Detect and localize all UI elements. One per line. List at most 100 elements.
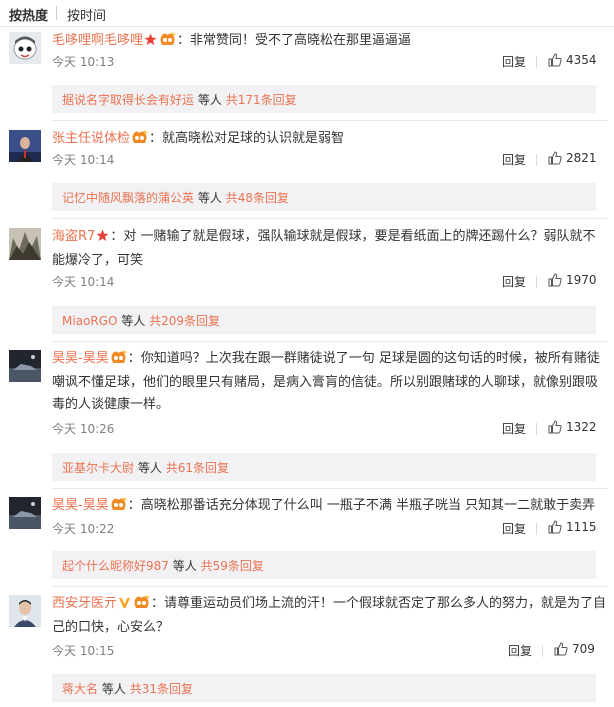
comment-text: 张主任说体检 ：就高晓松对足球的认识就是弱智	[52, 128, 608, 152]
thumbs-up-icon	[548, 420, 562, 434]
comment-body: 海盗R7 ：对 一赌输了就是假球，强队输球就是假球，要是看纸面上的牌还踢什么？弱队…	[52, 226, 608, 289]
sub-reply-mid: 等人	[121, 314, 146, 328]
username-link[interactable]: 张主任说体检	[52, 131, 130, 146]
username-link[interactable]: 西安牙医亓	[52, 596, 117, 611]
fan-badge-icon[interactable]	[159, 32, 177, 54]
sub-reply-user[interactable]: 起个什么昵称好987	[62, 559, 169, 573]
verified-v-icon[interactable]	[118, 595, 131, 617]
fan-badge-icon[interactable]	[110, 350, 127, 372]
fan-badge-icon[interactable]	[110, 497, 127, 519]
sub-replies-box[interactable]: 亚基尔卡大尉 等人 共61条回复	[52, 453, 596, 481]
meta-divider	[536, 423, 537, 435]
like-button[interactable]: 4354	[548, 53, 597, 67]
sub-replies-box[interactable]: 蒋大名 等人 共31条回复	[52, 674, 596, 702]
sub-reply-mid: 等人	[197, 191, 222, 205]
like-button[interactable]: 1322	[548, 420, 597, 434]
reply-button[interactable]: 回复	[502, 151, 526, 168]
sub-replies-summary: 记忆中随风飘落的蒲公英 等人 共48条回复	[62, 189, 289, 206]
sort-by-hot-tab[interactable]: 按热度	[9, 5, 48, 24]
comment-divider	[52, 218, 608, 219]
sub-replies-summary: MiaoRGO 等人 共209条回复	[62, 312, 220, 329]
username-link[interactable]: 昊昊-昊昊	[52, 498, 109, 513]
sub-reply-user[interactable]: 记忆中随风飘落的蒲公英	[62, 191, 194, 205]
sub-replies-box[interactable]: 起个什么昵称好987 等人 共59条回复	[52, 551, 596, 579]
username-link[interactable]: 毛哆哩啊毛哆哩	[52, 33, 143, 48]
sub-replies-box[interactable]: 据说名字取得长会有好运 等人 共171条回复	[52, 85, 596, 113]
sub-reply-count[interactable]: 共48条回复	[226, 191, 289, 205]
sub-reply-user[interactable]: MiaoRGO	[62, 314, 117, 328]
like-count: 709	[572, 642, 595, 656]
avatar[interactable]	[9, 228, 41, 260]
sub-reply-mid: 等人	[101, 682, 126, 696]
sub-reply-user[interactable]: 蒋大名	[62, 682, 98, 696]
reply-button[interactable]: 回复	[502, 53, 526, 70]
comment-text: 昊昊-昊昊 ：你知道吗？上次我在跟一群赌徒说了一句 足球是圆的这句话的时候，被所有…	[52, 348, 608, 416]
reply-button[interactable]: 回复	[502, 273, 526, 290]
thumbs-up-icon	[548, 53, 562, 67]
thumbs-up-icon	[554, 642, 568, 656]
like-button[interactable]: 2821	[548, 151, 597, 165]
like-button[interactable]: 1115	[548, 520, 597, 534]
comment-time: 今天 10:14	[52, 153, 115, 167]
comment-time: 今天 10:15	[52, 644, 115, 658]
fan-badge-icon[interactable]	[133, 595, 151, 617]
sub-reply-count[interactable]: 共61条回复	[166, 461, 229, 475]
comment-text: 西安牙医亓 ：请尊重运动员们场上流的汗！一个假球就否定了那么多人的努力，就是为了自…	[52, 593, 608, 639]
sub-replies-summary: 亚基尔卡大尉 等人 共61条回复	[62, 459, 229, 476]
avatar[interactable]	[9, 130, 41, 162]
comment-divider	[52, 488, 608, 489]
comment-meta: 今天 10:14 回复 2821	[52, 151, 608, 169]
sub-reply-user[interactable]: 据说名字取得长会有好运	[62, 93, 194, 107]
sub-replies-summary: 据说名字取得长会有好运 等人 共171条回复	[62, 91, 297, 108]
avatar[interactable]	[9, 497, 41, 529]
comment-content: ：对 一赌输了就是假球，强队输球就是假球，要是看纸面上的牌还踢什么？弱队就不能爆…	[52, 229, 596, 268]
comment-divider	[52, 120, 608, 121]
sub-replies-box[interactable]: 记忆中随风飘落的蒲公英 等人 共48条回复	[52, 183, 596, 211]
thumbs-up-icon	[548, 273, 562, 287]
comment-time: 今天 10:22	[52, 522, 115, 536]
sub-replies-box[interactable]: MiaoRGO 等人 共209条回复	[52, 306, 596, 334]
fan-badge-icon[interactable]	[131, 130, 149, 152]
comment-time: 今天 10:13	[52, 55, 115, 69]
reply-button[interactable]: 回复	[502, 420, 526, 437]
star-badge-icon[interactable]	[144, 32, 157, 54]
comment-content: ：非常赞同！受不了高晓松在那里逼逼逼	[177, 33, 412, 48]
comment-time: 今天 10:26	[52, 422, 115, 436]
avatar[interactable]	[9, 350, 41, 382]
comment-text: 毛哆哩啊毛哆哩 ：非常赞同！受不了高晓松在那里逼逼逼	[52, 30, 608, 54]
sub-reply-count[interactable]: 共171条回复	[226, 93, 297, 107]
comment-time: 今天 10:14	[52, 275, 115, 289]
sub-reply-count[interactable]: 共31条回复	[130, 682, 193, 696]
sub-reply-count[interactable]: 共59条回复	[201, 559, 264, 573]
sub-replies-summary: 起个什么昵称好987 等人 共59条回复	[62, 557, 264, 574]
meta-divider	[536, 276, 537, 288]
like-button[interactable]: 709	[554, 642, 595, 656]
sub-reply-mid: 等人	[137, 461, 162, 475]
reply-button[interactable]: 回复	[502, 520, 526, 537]
sort-divider	[56, 6, 57, 20]
comment-body: 昊昊-昊昊 ：高晓松那番话充分体现了什么叫 一瓶子不满 半瓶子咣当 只知其一二就敢…	[52, 495, 608, 536]
sort-by-time-tab[interactable]: 按时间	[67, 5, 106, 24]
meta-divider	[542, 645, 543, 657]
sub-reply-user[interactable]: 亚基尔卡大尉	[62, 461, 134, 475]
like-count: 4354	[566, 53, 597, 67]
comment-meta: 今天 10:22 回复 1115	[52, 520, 608, 538]
reply-button[interactable]: 回复	[508, 642, 532, 659]
like-count: 1970	[566, 273, 597, 287]
comment-content: ：高晓松那番话充分体现了什么叫 一瓶子不满 半瓶子咣当 只知其一二就敢于卖弄	[127, 498, 596, 513]
sub-reply-mid: 等人	[197, 93, 222, 107]
avatar[interactable]	[9, 32, 41, 64]
comment-text: 海盗R7 ：对 一赌输了就是假球，强队输球就是假球，要是看纸面上的牌还踢什么？弱队…	[52, 226, 608, 272]
username-link[interactable]: 海盗R7	[52, 229, 95, 244]
like-count: 1115	[566, 520, 597, 534]
comment-body: 昊昊-昊昊 ：你知道吗？上次我在跟一群赌徒说了一句 足球是圆的这句话的时候，被所有…	[52, 348, 608, 436]
sub-reply-count[interactable]: 共209条回复	[149, 314, 220, 328]
like-button[interactable]: 1970	[548, 273, 597, 287]
comment-meta: 今天 10:13 回复 4354	[52, 53, 608, 71]
comment-text: 昊昊-昊昊 ：高晓松那番话充分体现了什么叫 一瓶子不满 半瓶子咣当 只知其一二就敢…	[52, 495, 608, 519]
username-link[interactable]: 昊昊-昊昊	[52, 351, 109, 366]
comment-body: 西安牙医亓 ：请尊重运动员们场上流的汗！一个假球就否定了那么多人的努力，就是为了自…	[52, 593, 608, 658]
avatar[interactable]	[9, 595, 41, 627]
star-badge-icon[interactable]	[96, 228, 109, 250]
comment-body: 毛哆哩啊毛哆哩 ：非常赞同！受不了高晓松在那里逼逼逼 今天 10:13 回复 43…	[52, 30, 608, 69]
